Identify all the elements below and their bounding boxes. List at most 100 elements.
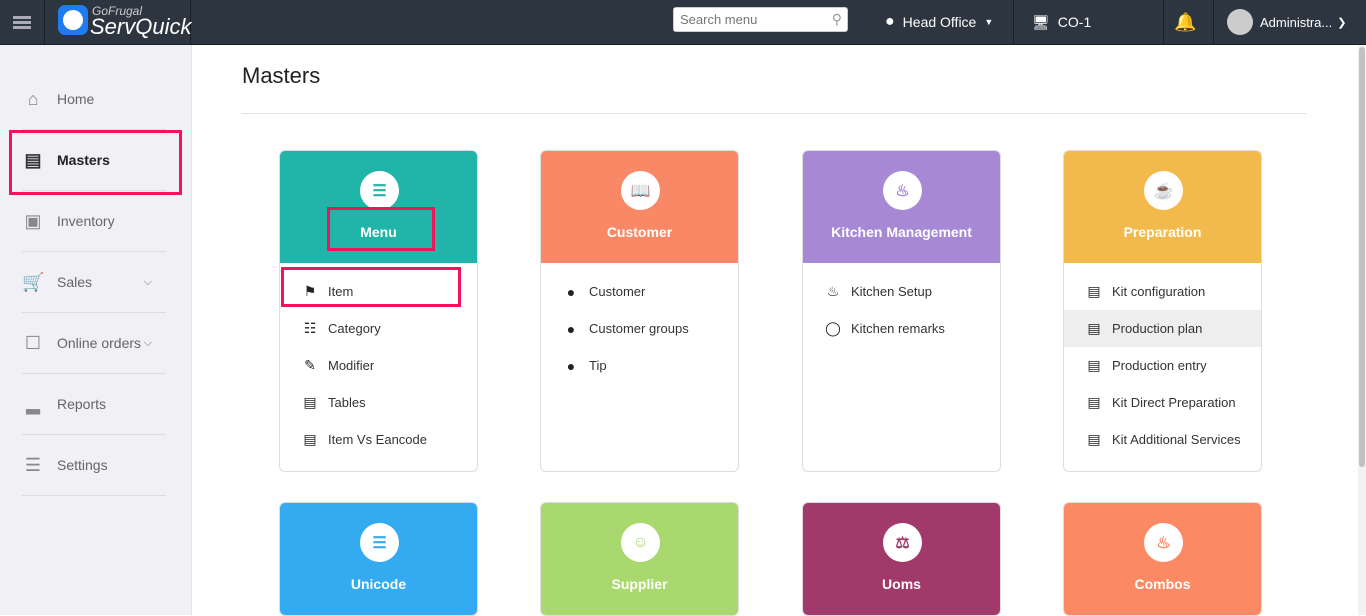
list-item[interactable]: ▤ Tables <box>280 384 477 421</box>
card-supplier: ☺ Supplier <box>540 502 739 616</box>
sidebar-item-inventory[interactable]: ▣ Inventory <box>22 191 166 252</box>
kitchen-icon: ♨ <box>883 171 922 210</box>
highlight-item <box>281 267 461 307</box>
sidebar-item-reports[interactable]: ▂ Reports <box>22 374 166 435</box>
combos-icon: ♨ <box>1144 523 1183 562</box>
card-header-preparation[interactable]: ☕ Preparation <box>1064 151 1261 263</box>
search-input[interactable] <box>674 8 819 31</box>
list-item-label: Kit configuration <box>1112 284 1206 299</box>
list-item-label: Modifier <box>328 358 375 373</box>
list-item-label: Tables <box>328 395 366 410</box>
bell-icon[interactable]: 🔔 <box>1174 0 1196 44</box>
list-item[interactable]: ♨ Kitchen Setup <box>803 273 1000 310</box>
preparation-icon: ☕ <box>1144 171 1183 210</box>
card-title: Customer <box>606 224 673 240</box>
highlight-masters <box>9 130 182 195</box>
list-item[interactable]: ✎ Modifier <box>280 347 477 384</box>
chevron-down-icon: ❯ <box>1337 16 1347 29</box>
scrollbar[interactable] <box>1358 45 1366 615</box>
card-title: Kitchen Management <box>831 224 972 240</box>
list-item[interactable]: ▤ Production plan <box>1064 310 1261 347</box>
list-item[interactable]: ▤ Item Vs Eancode <box>280 421 477 458</box>
card-title: Uoms <box>882 576 921 592</box>
sliders-icon: ☰ <box>24 455 42 475</box>
search-icon[interactable]: ⚲ <box>832 11 842 28</box>
page-title: Masters <box>242 63 321 88</box>
sidebar-label: Settings <box>57 457 108 473</box>
user-menu[interactable]: Administra... ❯ <box>1227 0 1346 44</box>
sidebar-item-sales[interactable]: 🛒 Sales ⌵ <box>22 252 166 313</box>
card-header-uoms[interactable]: ⚖ Uoms <box>803 503 1000 615</box>
uoms-icon: ⚖ <box>883 523 922 562</box>
card-header-combos[interactable]: ♨ Combos <box>1064 503 1261 615</box>
item-icon: ● <box>566 320 576 337</box>
location-label: Head Office <box>902 14 977 30</box>
hamburger-menu-button[interactable] <box>0 0 45 44</box>
list-item[interactable]: ● Customer <box>541 273 738 310</box>
list-item-label: Category <box>328 321 381 336</box>
counter-selector[interactable]: 🖥 CO-1 <box>1032 0 1091 44</box>
search-box: ⚲ <box>673 7 848 32</box>
logo[interactable]: GoFrugal ServQuick <box>45 0 191 44</box>
counter-label: CO-1 <box>1057 14 1092 30</box>
supplier-icon: ☺ <box>621 523 660 562</box>
item-icon: ● <box>566 283 576 300</box>
list-item[interactable]: ▤ Kit Direct Preparation <box>1064 384 1261 421</box>
sidebar-label: Home <box>57 91 95 107</box>
home-icon: ⌂ <box>27 89 39 109</box>
card-title: Supplier <box>611 576 668 592</box>
list-item-label: Customer <box>589 284 646 299</box>
bar-chart-icon: ▂ <box>26 394 40 414</box>
avatar <box>1227 9 1253 35</box>
card-header-customer[interactable]: 📖 Customer <box>541 151 738 263</box>
card-header-supplier[interactable]: ☺ Supplier <box>541 503 738 615</box>
item-icon: ▤ <box>303 394 317 410</box>
sidebar-item-settings[interactable]: ☰ Settings <box>22 435 166 496</box>
list-item[interactable]: ☷ Category <box>280 310 477 347</box>
list-item-label: Kit Additional Services <box>1112 432 1241 447</box>
user-name: Administra... <box>1260 14 1333 30</box>
card-unicode: ☰ Unicode <box>279 502 478 616</box>
card-combos: ♨ Combos <box>1063 502 1262 616</box>
card-title: Preparation <box>1123 224 1202 240</box>
list-item[interactable]: ● Customer groups <box>541 310 738 347</box>
item-icon: ☷ <box>303 320 317 336</box>
card-header-unicode[interactable]: ☰ Unicode <box>280 503 477 615</box>
card-header-kitchen[interactable]: ♨ Kitchen Management <box>803 151 1000 263</box>
item-icon: ▤ <box>1087 394 1101 410</box>
item-icon: ▤ <box>1087 320 1101 336</box>
divider <box>241 113 1307 114</box>
item-icon: ▤ <box>1087 357 1101 373</box>
list-item-label: Production entry <box>1112 358 1207 373</box>
card-kitchen: ♨ Kitchen Management ♨ Kitchen Setup ◯ Kitch… <box>802 150 1001 472</box>
sidebar-label: Sales <box>57 274 93 290</box>
sidebar-item-online-orders[interactable]: ☐ Online orders ⌵ <box>22 313 166 374</box>
card-preparation: ☕ Preparation ▤ Kit configuration ▤ Producti… <box>1063 150 1262 472</box>
list-item-label: Kitchen Setup <box>851 284 932 299</box>
item-icon: ▤ <box>1087 283 1101 299</box>
computer-icon: 🖥 <box>1032 13 1050 30</box>
caret-down-icon: ▼ <box>984 17 994 27</box>
logo-product: ServQuick <box>90 14 192 39</box>
card-body: ▤ Kit configuration ▤ Production plan ▤ Produ… <box>1064 263 1261 471</box>
menu-icon: ☰ <box>360 171 399 210</box>
item-icon: ▤ <box>1087 431 1101 447</box>
card-title: Unicode <box>350 576 407 592</box>
sidebar-item-home[interactable]: ⌂ Home <box>22 69 166 130</box>
inventory-icon: ▣ <box>24 211 42 231</box>
item-icon: ✎ <box>304 357 316 373</box>
unicode-icon: ☰ <box>360 523 399 562</box>
list-item[interactable]: ◯ Kitchen remarks <box>803 310 1000 347</box>
list-item-label: Item Vs Eancode <box>328 432 427 447</box>
highlight-menu <box>327 207 435 251</box>
list-item[interactable]: ▤ Production entry <box>1064 347 1261 384</box>
list-item[interactable]: ● Tip <box>541 347 738 384</box>
sidebar-label: Reports <box>57 396 107 412</box>
list-item-label: Kit Direct Preparation <box>1112 395 1236 410</box>
item-icon: ◯ <box>825 320 841 336</box>
card-title: Combos <box>1134 576 1191 592</box>
location-selector[interactable]: ● Head Office ▼ <box>885 0 993 44</box>
clock-logo-icon <box>58 5 88 35</box>
list-item[interactable]: ▤ Kit Additional Services <box>1064 421 1261 458</box>
list-item[interactable]: ▤ Kit configuration <box>1064 273 1261 310</box>
